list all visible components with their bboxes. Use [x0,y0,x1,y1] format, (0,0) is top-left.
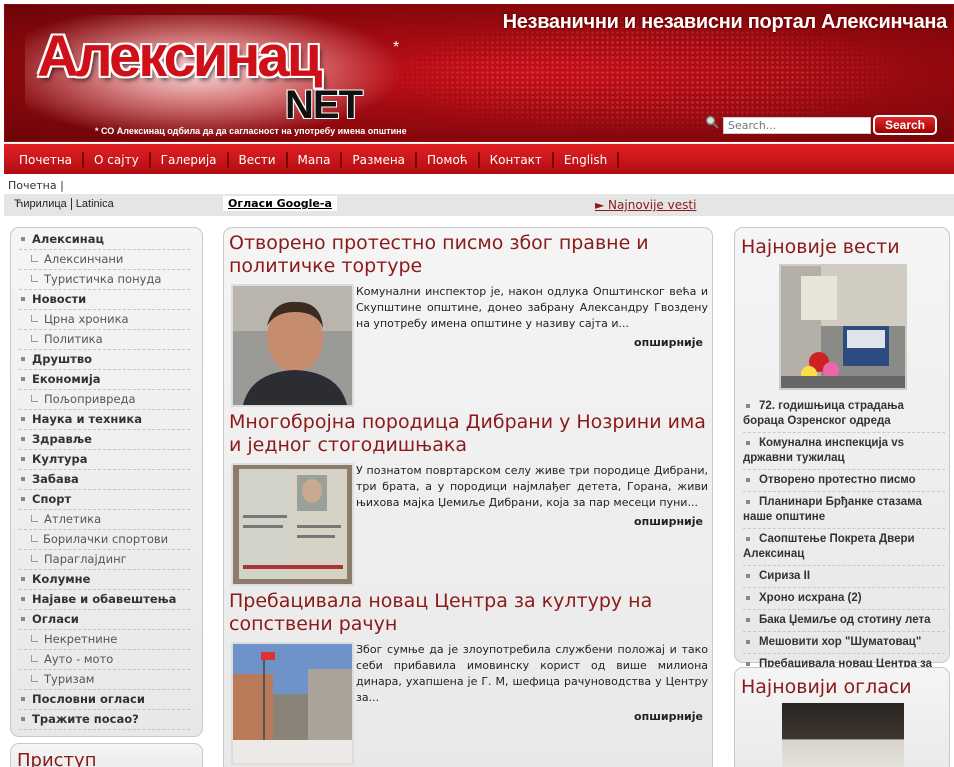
latest-news-title: Најновије вести [741,236,900,258]
menu-category[interactable]: Огласи [19,610,190,630]
menu-category[interactable]: Тражите посао? [19,710,190,730]
menu-subcategory[interactable]: Атлетика [19,510,190,530]
menu-subcategory[interactable]: Некретнине [19,630,190,650]
menu-category[interactable]: Здравље [19,430,190,450]
article: Пребацивала новац Центра за културу на с… [229,590,708,765]
latest-news-link[interactable]: ► Najnovije vesti [595,198,696,212]
nav-item[interactable]: Размена [342,151,418,168]
latest-news-item[interactable]: Отворено протестно писмо [743,472,945,492]
article-title[interactable]: Отворено протестно писмо због правне и п… [229,232,707,278]
latin-link[interactable]: Latinica [76,198,114,210]
latest-news-item[interactable]: Планинари Брђанке стазама наше општине [743,494,945,529]
latest-news-panel: Најновије вести 72. годишњица страдања б… [734,227,950,691]
menu-category[interactable]: Економија [19,370,190,390]
menu-category[interactable]: Колумне [19,570,190,590]
latest-news-item[interactable]: Мешовити хор "Шуматовац" [743,634,945,654]
latest-news-image[interactable] [779,264,907,390]
main-nav: Почетна О сајту Галерија Вести Мапа Размена По… [4,143,954,174]
menu-category[interactable]: Најаве и обавештења [19,590,190,610]
search-input[interactable] [723,117,871,134]
latest-news-item[interactable]: Сириза II [743,568,945,588]
latest-ads-title: Најновији огласи [741,676,912,698]
read-more-link[interactable]: опширније [634,515,703,528]
nav-item[interactable]: Галерија [151,151,229,168]
site-tagline: Незванични и независни портал Алексинчан… [502,11,948,33]
nav-item[interactable]: Мапа [288,151,343,168]
category-menu: Алексинац Алексинчани Туристичка понуда Нов… [10,227,203,737]
page: Алексинац * NET * СО Алексинац одбила да… [0,0,954,767]
menu-category[interactable]: Наука и техника [19,410,190,430]
latest-ad-image[interactable] [782,703,904,767]
google-ads-link[interactable]: Огласи Google-a [223,196,337,211]
menu-category[interactable]: Друштво [19,350,190,370]
latest-news-item[interactable]: Комунална инспекција vs државни тужилац [743,435,945,470]
cyrillic-link[interactable]: Ћирилица [14,198,67,210]
articles-panel: Отворено протестно писмо због правне и п… [223,227,713,767]
logo-net: NET [285,83,363,127]
header-banner: Алексинац * NET * СО Алексинац одбила да… [4,4,954,142]
article-image-portrait[interactable] [231,284,354,407]
latest-news-item[interactable]: Хроно исхрана (2) [743,590,945,610]
menu-subcategory[interactable]: Ауто - мото [19,650,190,670]
menu-subcategory[interactable]: Туристичка понуда [19,270,190,290]
breadcrumb[interactable]: Почетна | [8,179,64,192]
read-more-link[interactable]: опширније [634,710,703,723]
latest-news-list: 72. годишњица страдања бораца Озренског … [743,398,945,693]
menu-category[interactable]: Алексинац [19,230,190,250]
article: Многобројна породица Дибрани у Нозрини и… [229,411,708,586]
search-button[interactable]: Search [873,115,937,135]
latest-news-item[interactable]: Бака Џемиље од стотину лета [743,612,945,632]
menu-subcategory[interactable]: Туризам [19,670,190,690]
nav-item[interactable]: Вести [229,151,288,168]
nav-item[interactable]: Помоћ [417,151,480,168]
article-image-passport[interactable] [231,463,354,586]
login-title: Приступ [17,750,97,767]
menu-subcategory[interactable]: Пољопривреда [19,390,190,410]
latest-news-item[interactable]: 72. годишњица страдања бораца Озренског … [743,398,945,433]
menu-category[interactable]: Новости [19,290,190,310]
toolbar: Ћирилица Latinica Огласи Google-a ► Najno… [4,194,954,216]
latest-ads-panel: Најновији огласи [734,667,950,767]
search-icon [705,115,719,129]
menu-subcategory[interactable]: Политика [19,330,190,350]
menu-subcategory[interactable]: Борилачки спортови [19,530,190,550]
latest-news-item[interactable]: Саопштење Покрета Двери Алексинац [743,531,945,566]
nav-item[interactable]: Контакт [480,151,554,168]
menu-category[interactable]: Забава [19,470,190,490]
article-excerpt: У познатом повртарском селу живе три пор… [356,464,708,509]
site-logo[interactable]: Алексинац [37,23,322,90]
menu-category[interactable]: Пословни огласи [19,690,190,710]
article: Отворено протестно писмо због правне и п… [229,232,708,407]
nav-item[interactable]: Почетна [9,151,85,168]
menu-subcategory[interactable]: Алексинчани [19,250,190,270]
logo-star: * [393,39,400,56]
script-switch: Ћирилица Latinica [14,198,114,210]
article-title[interactable]: Многобројна породица Дибрани у Нозрини и… [229,411,707,457]
logo-footnote: * СО Алексинац одбила да да сагласност н… [95,126,407,136]
menu-subcategory[interactable]: Параглајдинг [19,550,190,570]
nav-item[interactable]: О сајту [84,151,151,168]
article-image-street[interactable] [231,642,354,765]
login-box: Приступ [10,743,203,767]
menu-subcategory[interactable]: Црна хроника [19,310,190,330]
menu-category[interactable]: Спорт [19,490,190,510]
article-excerpt: Комунални инспектор је, након одлука Опш… [356,285,708,330]
nav-item[interactable]: English [554,151,620,168]
read-more-link[interactable]: опширније [634,336,703,349]
article-excerpt: Због сумње да је злоупотребила службени … [356,643,708,704]
article-title[interactable]: Пребацивала новац Центра за културу на с… [229,590,707,636]
menu-category[interactable]: Култура [19,450,190,470]
